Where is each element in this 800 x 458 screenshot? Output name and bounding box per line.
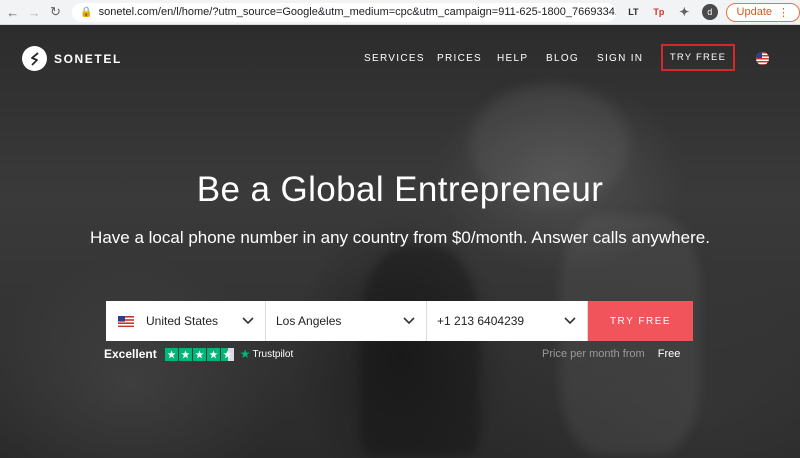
url-text[interactable]: sonetel.com/en/l/home/?utm_source=Google… [99, 6, 616, 18]
country-value: United States [146, 314, 219, 328]
us-flag-icon [118, 315, 134, 327]
forward-arrow-icon[interactable]: → [25, 3, 42, 21]
star-icon [206, 347, 220, 361]
profile-avatar[interactable]: d [702, 4, 718, 20]
nav-services[interactable]: SERVICES [364, 53, 425, 64]
update-label: Update [736, 6, 772, 18]
sonetel-logo-icon [22, 46, 47, 71]
chevron-down-icon [564, 317, 576, 325]
try-free-button[interactable]: TRY FREE [588, 301, 693, 341]
reload-icon[interactable]: ↻ [47, 3, 64, 21]
chevron-down-icon [242, 317, 254, 325]
nav-blog[interactable]: BLOG [546, 53, 579, 64]
trustpilot-logo: ★ Trustpilot [240, 347, 294, 361]
phone-number-value: +1 213 6404239 [437, 314, 525, 328]
nav-try-free-button[interactable]: TRY FREE [661, 44, 735, 71]
nav-prices[interactable]: PRICES [437, 53, 482, 64]
update-button[interactable]: Update ⋮ [725, 2, 800, 22]
background-photo-shadow [360, 245, 480, 455]
star-icon [164, 347, 178, 361]
hero-title: Be a Global Entrepreneur [196, 170, 604, 209]
rating-stars [164, 347, 234, 361]
extension-tp-icon[interactable]: Tp [651, 4, 666, 20]
rating-label: Excellent [104, 347, 157, 361]
extension-lt-icon[interactable]: LT [626, 4, 641, 20]
us-flag-language-icon[interactable] [756, 52, 769, 65]
phone-number-select[interactable]: +1 213 6404239 [427, 301, 588, 341]
city-value: Los Angeles [276, 314, 342, 328]
hero-subtitle: Have a local phone number in any country… [90, 228, 710, 247]
more-vertical-icon: ⋮ [778, 6, 789, 19]
country-select[interactable]: United States [106, 301, 266, 341]
nav-help[interactable]: HELP [497, 53, 528, 64]
half-star-icon [220, 347, 234, 361]
star-icon [192, 347, 206, 361]
trustpilot-wordmark: Trustpilot [252, 348, 294, 360]
hero-section: SONETEL SERVICES PRICES HELP BLOG SIGN I… [0, 25, 800, 458]
sonetel-logo[interactable]: SONETEL [22, 46, 122, 71]
logo-wordmark: SONETEL [54, 51, 122, 66]
trustpilot-star-icon: ★ [239, 347, 251, 361]
price-value: Free [657, 348, 681, 360]
price-label: Price per month from [542, 348, 645, 360]
trustpilot-rating[interactable]: Excellent ★ Trustpilot [104, 347, 293, 361]
back-arrow-icon[interactable]: ← [4, 3, 21, 21]
extensions-puzzle-icon[interactable]: ✦ [677, 4, 692, 20]
number-search-form: United States Los Angeles +1 213 6404239… [106, 301, 693, 341]
nav-sign-in[interactable]: SIGN IN [597, 53, 643, 64]
chevron-down-icon [403, 317, 415, 325]
lock-icon[interactable]: 🔒 [80, 7, 92, 18]
price-info: Price per month from Free [542, 348, 680, 360]
address-bar[interactable]: 🔒 sonetel.com/en/l/home/?utm_source=Goog… [72, 2, 616, 22]
browser-toolbar: ← → ↻ 🔒 sonetel.com/en/l/home/?utm_sourc… [0, 0, 800, 25]
star-icon [178, 347, 192, 361]
city-select[interactable]: Los Angeles [266, 301, 427, 341]
